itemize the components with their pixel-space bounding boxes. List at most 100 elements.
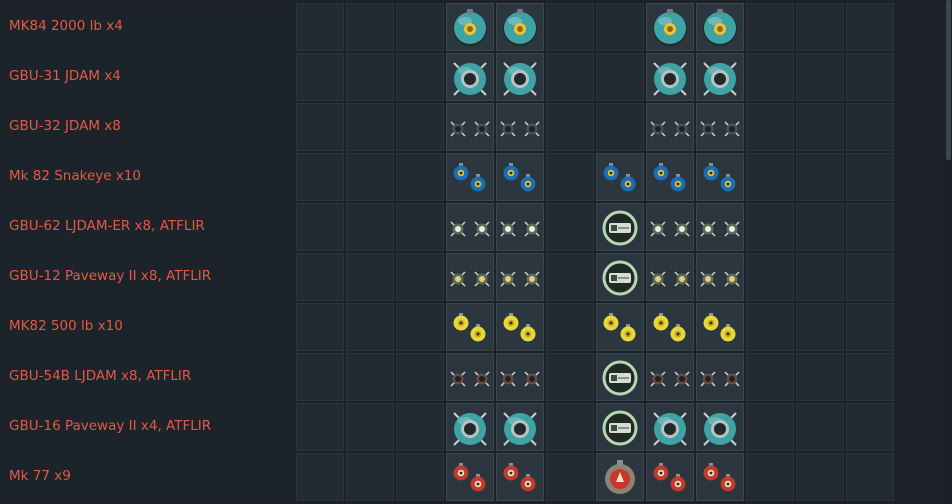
pylon-slot-filled[interactable]: [496, 103, 544, 151]
pylon-slot-filled[interactable]: [696, 53, 744, 101]
pylon-slot-empty[interactable]: [396, 3, 444, 51]
pylon-slot-filled[interactable]: [646, 303, 694, 351]
pylon-slot-empty[interactable]: [796, 203, 844, 251]
pylon-slot-empty[interactable]: [546, 403, 594, 451]
pylon-slot-filled[interactable]: [496, 53, 544, 101]
pylon-slot-empty[interactable]: [746, 253, 794, 301]
pylon-slot-empty[interactable]: [846, 153, 894, 201]
scrollbar[interactable]: [945, 0, 952, 504]
pylon-slot-empty[interactable]: [346, 453, 394, 501]
pylon-slot-filled[interactable]: [446, 303, 494, 351]
pylon-slot-filled[interactable]: [496, 403, 544, 451]
pylon-slot-empty[interactable]: [296, 153, 344, 201]
pylon-slot-empty[interactable]: [846, 253, 894, 301]
pylon-slot-empty[interactable]: [296, 253, 344, 301]
pylon-slot-empty[interactable]: [846, 453, 894, 501]
pylon-slot-empty[interactable]: [546, 353, 594, 401]
pylon-slot-empty[interactable]: [396, 253, 444, 301]
preset-row[interactable]: GBU-31 JDAM x4: [0, 52, 945, 102]
pylon-slot-empty[interactable]: [296, 453, 344, 501]
pylon-slot-empty[interactable]: [846, 353, 894, 401]
pylon-slot-empty[interactable]: [746, 453, 794, 501]
pylon-slot-filled[interactable]: [696, 303, 744, 351]
pylon-slot-empty[interactable]: [596, 103, 644, 151]
pylon-slot-empty[interactable]: [296, 3, 344, 51]
preset-row[interactable]: GBU-32 JDAM x8: [0, 102, 945, 152]
pylon-slot-empty[interactable]: [796, 153, 844, 201]
pylon-slot-filled[interactable]: [496, 153, 544, 201]
pylon-slot-filled[interactable]: [446, 153, 494, 201]
pylon-slot-empty[interactable]: [746, 103, 794, 151]
pylon-slot-empty[interactable]: [396, 403, 444, 451]
pylon-slot-empty[interactable]: [346, 203, 394, 251]
pylon-slot-empty[interactable]: [396, 303, 444, 351]
pylon-slot-empty[interactable]: [846, 403, 894, 451]
pylon-slot-empty[interactable]: [546, 103, 594, 151]
pylon-slot-empty[interactable]: [296, 353, 344, 401]
pylon-slot-filled[interactable]: [596, 303, 644, 351]
pylon-slot-empty[interactable]: [796, 453, 844, 501]
pylon-slot-empty[interactable]: [746, 353, 794, 401]
preset-row[interactable]: MK82 500 lb x10: [0, 302, 945, 352]
preset-row[interactable]: GBU-12 Paveway II x8, ATFLIR: [0, 252, 945, 302]
pylon-slot-filled[interactable]: [596, 203, 644, 251]
preset-row[interactable]: GBU-16 Paveway II x4, ATFLIR: [0, 402, 945, 452]
pylon-slot-empty[interactable]: [296, 403, 344, 451]
pylon-slot-filled[interactable]: [646, 53, 694, 101]
pylon-slot-filled[interactable]: [646, 3, 694, 51]
pylon-slot-empty[interactable]: [396, 203, 444, 251]
pylon-slot-empty[interactable]: [846, 3, 894, 51]
pylon-slot-filled[interactable]: [496, 3, 544, 51]
pylon-slot-filled[interactable]: [696, 153, 744, 201]
pylon-slot-empty[interactable]: [346, 53, 394, 101]
pylon-slot-empty[interactable]: [546, 153, 594, 201]
pylon-slot-filled[interactable]: [646, 253, 694, 301]
pylon-slot-filled[interactable]: [496, 353, 544, 401]
pylon-slot-filled[interactable]: [446, 353, 494, 401]
preset-row[interactable]: Mk 77 x9: [0, 452, 945, 502]
pylon-slot-filled[interactable]: [596, 253, 644, 301]
pylon-slot-empty[interactable]: [346, 353, 394, 401]
pylon-slot-empty[interactable]: [546, 453, 594, 501]
pylon-slot-empty[interactable]: [596, 53, 644, 101]
pylon-slot-empty[interactable]: [546, 303, 594, 351]
pylon-slot-empty[interactable]: [746, 3, 794, 51]
pylon-slot-filled[interactable]: [596, 403, 644, 451]
pylon-slot-empty[interactable]: [396, 103, 444, 151]
pylon-slot-empty[interactable]: [396, 453, 444, 501]
pylon-slot-empty[interactable]: [346, 303, 394, 351]
pylon-slot-filled[interactable]: [696, 253, 744, 301]
pylon-slot-empty[interactable]: [746, 203, 794, 251]
pylon-slot-filled[interactable]: [446, 53, 494, 101]
pylon-slot-filled[interactable]: [646, 203, 694, 251]
pylon-slot-empty[interactable]: [796, 53, 844, 101]
pylon-slot-empty[interactable]: [296, 303, 344, 351]
pylon-slot-filled[interactable]: [496, 453, 544, 501]
pylon-slot-filled[interactable]: [496, 203, 544, 251]
pylon-slot-filled[interactable]: [696, 103, 744, 151]
pylon-slot-filled[interactable]: [696, 3, 744, 51]
pylon-slot-empty[interactable]: [346, 403, 394, 451]
pylon-slot-empty[interactable]: [796, 303, 844, 351]
pylon-slot-filled[interactable]: [646, 403, 694, 451]
pylon-slot-empty[interactable]: [346, 253, 394, 301]
pylon-slot-empty[interactable]: [396, 53, 444, 101]
pylon-slot-filled[interactable]: [596, 453, 644, 501]
pylon-slot-filled[interactable]: [596, 353, 644, 401]
pylon-slot-empty[interactable]: [846, 53, 894, 101]
pylon-slot-empty[interactable]: [796, 403, 844, 451]
pylon-slot-empty[interactable]: [746, 403, 794, 451]
pylon-slot-empty[interactable]: [346, 103, 394, 151]
pylon-slot-empty[interactable]: [346, 153, 394, 201]
pylon-slot-empty[interactable]: [546, 3, 594, 51]
pylon-slot-empty[interactable]: [846, 203, 894, 251]
pylon-slot-filled[interactable]: [646, 153, 694, 201]
pylon-slot-empty[interactable]: [796, 353, 844, 401]
preset-row[interactable]: Mk 82 Snakeye x10: [0, 152, 945, 202]
pylon-slot-empty[interactable]: [396, 153, 444, 201]
pylon-slot-empty[interactable]: [746, 303, 794, 351]
pylon-slot-empty[interactable]: [296, 53, 344, 101]
pylon-slot-filled[interactable]: [446, 403, 494, 451]
pylon-slot-empty[interactable]: [546, 53, 594, 101]
preset-row[interactable]: GBU-62 LJDAM-ER x8, ATFLIR: [0, 202, 945, 252]
